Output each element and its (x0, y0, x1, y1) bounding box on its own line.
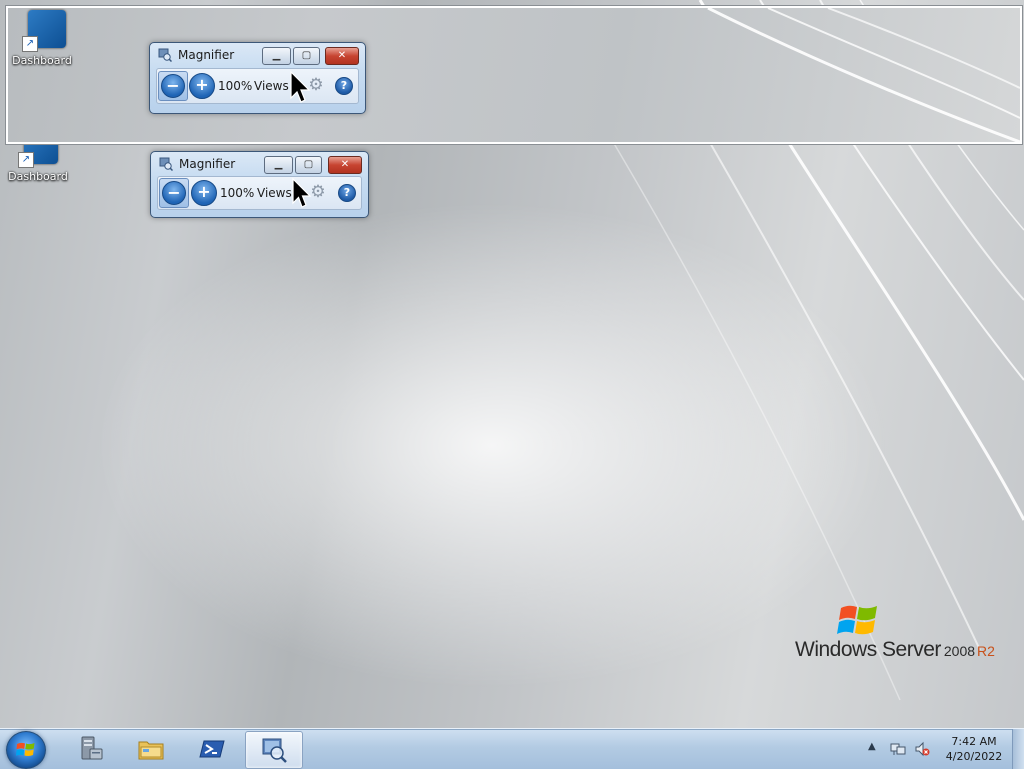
zoom-level: 100% (220, 186, 255, 200)
product-version: 2008 (943, 643, 976, 659)
show-desktop-button[interactable] (1012, 729, 1024, 769)
zoom-in-button[interactable]: + (191, 180, 217, 206)
product-name: Windows Server (795, 638, 941, 661)
shortcut-arrow-icon: ↗ (18, 152, 34, 168)
maximize-button[interactable]: ▢ (295, 156, 322, 174)
taskbar: ▲ 7:42 AM 4/20/2022 (0, 728, 1024, 769)
magnifier-window[interactable]: Magnifier ▁ ▢ ✕ − + 100% Views ⚙ ? (150, 151, 369, 218)
show-hidden-icons-button[interactable]: ▲ (868, 741, 876, 752)
zoom-out-button[interactable]: − (159, 178, 189, 208)
desktop-icon-label: Dashboard (8, 170, 68, 183)
lens-toolbar: − + 100% Views ⚙ ? (156, 68, 359, 104)
window-title: Magnifier (178, 48, 235, 62)
lens-titlebar: Magnifier ▁ ▢ ✕ (150, 43, 365, 65)
clock-time: 7:42 AM (951, 735, 997, 748)
zoom-out-button: − (158, 71, 188, 101)
help-icon[interactable]: ? (338, 184, 356, 202)
window-title: Magnifier (179, 157, 236, 171)
windows-server-branding: Windows Server 2008 R2 (795, 598, 1005, 668)
help-icon: ? (335, 77, 353, 95)
minimize-button: ▁ (262, 47, 291, 65)
notification-area: ▲ 7:42 AM 4/20/2022 (0, 729, 1024, 769)
maximize-button: ▢ (293, 47, 320, 65)
magnifier-icon (159, 157, 173, 171)
minus-icon: − (167, 183, 181, 202)
lens-desktop-icon-dashboard: ↗ Dashboard (10, 8, 74, 67)
windows-flag-logo (837, 605, 877, 635)
system-clock[interactable]: 7:42 AM 4/20/2022 (938, 734, 1010, 764)
views-menu: Views (254, 79, 289, 93)
zoom-level: 100% (218, 79, 253, 93)
close-button: ✕ (325, 47, 359, 65)
magnifier-toolbar: − + 100% Views ⚙ ? (157, 176, 362, 210)
shortcut-arrow-icon: ↗ (22, 36, 38, 52)
product-edition: R2 (977, 643, 995, 659)
minimize-icon: ▁ (274, 159, 283, 170)
volume-muted-icon[interactable] (914, 741, 930, 757)
network-icon[interactable] (890, 741, 906, 757)
dashboard-gauge-icon: ↗ (20, 8, 66, 52)
plus-icon: + (197, 182, 211, 201)
views-menu[interactable]: Views (257, 186, 292, 200)
mouse-pointer-icon (290, 70, 311, 103)
mouse-pointer-icon (292, 177, 312, 208)
maximize-icon: ▢ (303, 159, 314, 170)
lens-desktop-icon-label: Dashboard (12, 54, 72, 67)
lens-magnifier-window: Magnifier ▁ ▢ ✕ − + 100% Views ⚙ ? (149, 42, 366, 114)
clock-date: 4/20/2022 (945, 750, 1003, 763)
magnifier-icon (158, 48, 172, 62)
zoom-in-button: + (189, 73, 215, 99)
close-button[interactable]: ✕ (328, 156, 362, 174)
close-icon: ✕ (340, 159, 350, 170)
minimize-button[interactable]: ▁ (264, 156, 293, 174)
window-titlebar[interactable]: Magnifier ▁ ▢ ✕ (151, 152, 368, 174)
magnifier-lens-view: ↗ Dashboard Magnifier ▁ ▢ ✕ − + 100% Vie… (6, 6, 1022, 144)
